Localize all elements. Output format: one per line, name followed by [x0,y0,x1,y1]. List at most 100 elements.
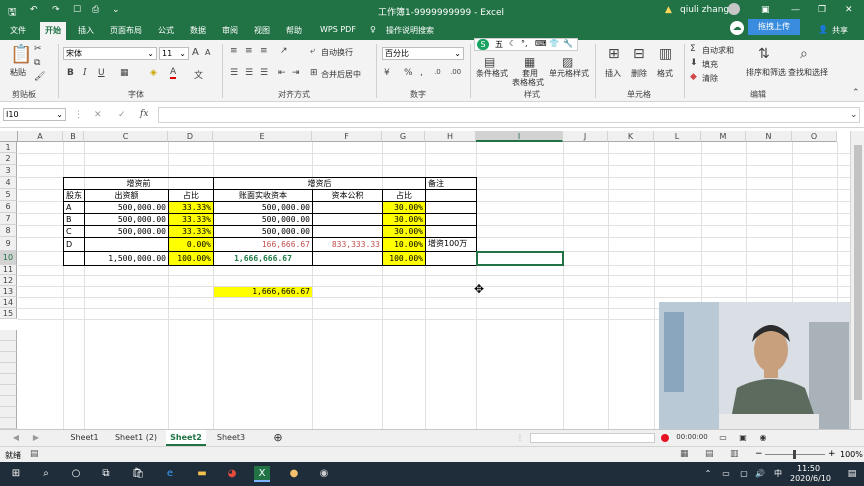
format-cells-icon[interactable]: ▥ [659,46,672,62]
sheet-tab-3[interactable]: Sheet2 [166,430,206,446]
settings-icon[interactable]: 🔧 [563,39,573,48]
holder-cell[interactable]: B [64,214,84,225]
indent-increase-icon[interactable]: ⇥ [292,68,300,78]
comma-icon[interactable]: , [420,68,423,78]
note-cell[interactable] [426,214,476,225]
cell-styles-button[interactable]: 单元格样式 [549,68,589,79]
task-view-icon[interactable]: ⧉ [98,466,114,482]
zoom-level[interactable]: 100% [840,450,863,459]
merge-center-button[interactable]: 合并后居中 [321,69,361,80]
conditional-format-button[interactable]: 条件格式 [476,68,508,79]
column-header-n[interactable]: N [746,131,792,142]
tab-help[interactable]: 帮助 [286,25,302,36]
total-book-capital[interactable]: 1,666,666.67 [214,252,312,265]
header-capital-reserve[interactable]: 资本公积 [313,190,382,201]
contribution-cell[interactable]: 500,000.00 [85,214,168,225]
tab-home[interactable]: 开始 [40,22,66,40]
record-icon[interactable] [661,434,669,442]
row-header[interactable] [0,352,17,363]
sheet-tab-4[interactable]: Sheet3 [212,430,250,446]
header-book-capital[interactable]: 账面实收资本 [214,190,312,201]
orientation-icon[interactable]: ↗ [280,46,288,56]
note-cell[interactable]: 增资100万 [426,238,476,251]
note-cell[interactable] [426,226,476,237]
note-cell[interactable] [426,202,476,213]
enter-icon[interactable]: ✓ [118,110,126,120]
column-header-m[interactable]: M [701,131,746,142]
conditional-format-icon[interactable]: ▤ [484,55,495,69]
more-options-icon[interactable]: ⋮ [515,430,525,446]
insert-cells-icon[interactable]: ⊞ [608,46,620,62]
ratio-cell[interactable]: 33.33% [169,214,213,225]
customize-icon[interactable]: ⌄ [112,5,120,15]
ratio-after-cell[interactable]: 10.00% [383,238,425,251]
align-middle-icon[interactable]: ≡ [245,46,253,56]
row-header[interactable] [0,341,17,352]
indent-decrease-icon[interactable]: ⇤ [278,68,286,78]
total-ratio[interactable]: 100.00% [169,252,213,265]
format-painter-icon[interactable]: 🖌 [34,72,45,82]
format-as-table-icon[interactable]: ▦ [524,55,535,69]
checkbox-icon[interactable]: ☐ [73,5,81,15]
reserve-cell[interactable] [313,214,382,225]
fill-button[interactable]: 填充 [702,59,718,70]
paste-icon[interactable]: 📋 [10,44,32,65]
tell-me-search[interactable]: 操作说明搜索 [386,25,434,36]
macro-record-icon[interactable]: ▤ [30,449,39,459]
formula-input[interactable] [158,107,860,123]
ribbon-display-icon[interactable]: ▣ [761,5,770,15]
cortana-icon[interactable]: ○ [68,466,84,482]
decrease-decimal-icon[interactable]: .00 [450,68,461,76]
fill-color-icon[interactable]: ◈ [150,68,157,78]
cell-styles-icon[interactable]: ▨ [562,55,573,69]
recorder-app-icon[interactable]: ● [286,466,302,482]
phonetic-icon[interactable]: 文 [194,68,203,81]
ratio-after-cell[interactable]: 30.00% [383,226,425,237]
total-ratio-after[interactable]: 100.00% [383,252,425,265]
wrap-text-button[interactable]: 自动换行 [321,47,353,58]
tab-view[interactable]: 视图 [254,25,270,36]
font-name-select[interactable]: 宋体 ⌄ [63,47,157,60]
upload-button[interactable]: 拖拽上传 [748,19,800,35]
copy-icon[interactable]: ⧉ [34,58,40,68]
align-bottom-icon[interactable]: ≡ [260,46,268,56]
zoom-out-icon[interactable]: − [755,449,763,459]
undo-icon[interactable]: ↶ [30,5,38,15]
header-contribution[interactable]: 出资额 [85,190,168,201]
insert-function-button[interactable]: fx [140,109,148,119]
ratio-cell[interactable]: 33.33% [169,202,213,213]
row-header[interactable] [0,418,17,429]
name-box[interactable]: I10 ⌄ [3,108,66,121]
row-header-14[interactable]: 14 [0,297,17,308]
row-header-8[interactable]: 8 [0,225,17,237]
contribution-cell[interactable] [85,238,168,251]
row-header[interactable] [0,374,17,385]
book-capital-cell[interactable]: 166,666.67 [214,238,312,251]
total-contribution[interactable]: 1,500,000.00 [85,252,168,265]
tab-page-layout[interactable]: 页面布局 [110,25,142,36]
underline-button[interactable]: U [98,68,105,78]
moon-icon[interactable]: ☾ [509,39,516,48]
wrap-text-icon[interactable]: ⤶ [310,46,315,56]
column-header-c[interactable]: C [84,131,168,142]
align-right-icon[interactable]: ☰ [260,68,268,78]
collapse-ribbon-icon[interactable]: ⌃ [852,88,860,98]
column-header-i[interactable]: I [476,131,563,142]
sheet-tab-2[interactable]: Sheet1 (2) [112,430,160,446]
reserve-cell[interactable] [313,226,382,237]
tab-formulas[interactable]: 公式 [158,25,174,36]
redo-icon[interactable]: ↷ [52,5,60,15]
column-header-j[interactable]: J [563,131,608,142]
prev-sheet-icon[interactable]: ◀ [10,430,22,446]
find-select-button[interactable]: 查找和选择 [788,67,828,78]
sheet-tab-1[interactable]: Sheet1 [62,430,107,446]
selected-cell-i10[interactable] [476,251,564,266]
ratio-cell[interactable]: 0.00% [169,238,213,251]
column-header-k[interactable]: K [608,131,654,142]
holder-cell[interactable]: C [64,226,84,237]
ratio-after-cell[interactable]: 30.00% [383,202,425,213]
expand-formula-icon[interactable]: ⌄ [850,110,858,120]
column-header-b[interactable]: B [63,131,84,142]
eraser-icon[interactable]: ◆ [690,72,697,82]
row-header-1[interactable]: 1 [0,142,17,153]
